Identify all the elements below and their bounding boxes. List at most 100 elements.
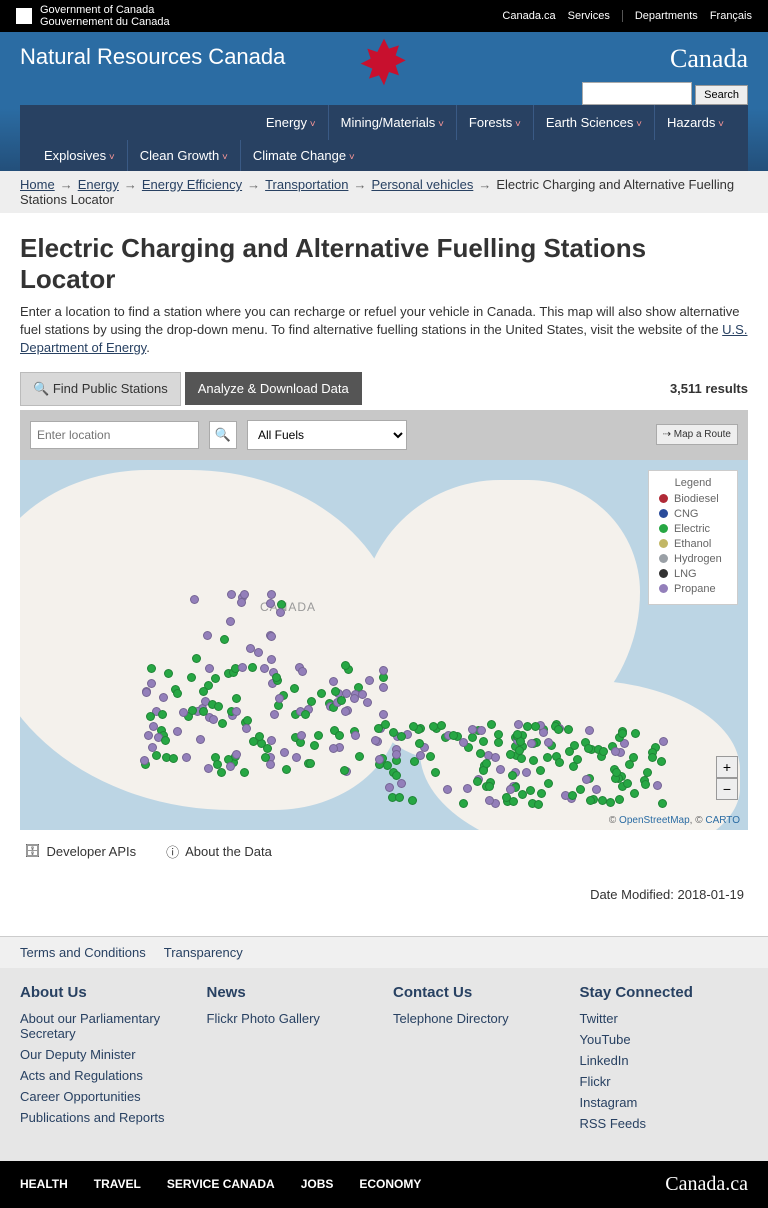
location-input[interactable] xyxy=(30,421,199,449)
station-marker[interactable] xyxy=(585,726,594,735)
station-marker[interactable] xyxy=(592,785,601,794)
link-departments[interactable]: Departments xyxy=(622,10,698,22)
station-marker[interactable] xyxy=(537,789,546,798)
global-footer-link[interactable]: HEALTH xyxy=(20,1177,68,1191)
site-search-input[interactable] xyxy=(582,82,692,105)
fuel-type-select[interactable]: All Fuels xyxy=(247,420,407,450)
station-marker[interactable] xyxy=(389,728,398,737)
nav-climate-change[interactable]: Climate Change xyxy=(241,140,367,171)
tab-analyze-download[interactable]: Analyze & Download Data xyxy=(185,372,362,405)
station-marker[interactable] xyxy=(297,731,306,740)
station-marker[interactable] xyxy=(534,800,543,809)
breadcrumb-link[interactable]: Transportation xyxy=(265,177,348,192)
footer-link[interactable]: Career Opportunities xyxy=(20,1089,141,1104)
tab-find-stations[interactable]: 🔍 Find Public Stations xyxy=(20,372,181,406)
link-services[interactable]: Services xyxy=(568,10,610,22)
station-marker[interactable] xyxy=(582,775,591,784)
breadcrumb-link[interactable]: Personal vehicles xyxy=(371,177,473,192)
station-marker[interactable] xyxy=(173,689,182,698)
zoom-out-button[interactable]: − xyxy=(716,778,738,800)
developer-apis-link[interactable]: 🗄 Developer APIs xyxy=(24,842,136,861)
breadcrumb-link[interactable]: Energy Efficiency xyxy=(142,177,242,192)
station-marker[interactable] xyxy=(531,722,540,731)
station-marker[interactable] xyxy=(569,762,578,771)
station-marker[interactable] xyxy=(554,725,563,734)
footer-link[interactable]: Publications and Reports xyxy=(20,1110,165,1125)
station-marker[interactable] xyxy=(506,750,515,759)
station-marker[interactable] xyxy=(232,707,241,716)
station-marker[interactable] xyxy=(555,758,564,767)
station-marker[interactable] xyxy=(209,715,218,724)
station-marker[interactable] xyxy=(298,667,307,676)
station-marker[interactable] xyxy=(340,766,349,775)
map-route-button[interactable]: ⇢ Map a Route xyxy=(656,424,738,445)
station-marker[interactable] xyxy=(485,796,494,805)
station-marker[interactable] xyxy=(282,765,291,774)
station-marker[interactable] xyxy=(276,608,285,617)
station-marker[interactable] xyxy=(631,729,640,738)
station-marker[interactable] xyxy=(630,789,639,798)
station-marker[interactable] xyxy=(190,595,199,604)
footer-link[interactable]: Our Deputy Minister xyxy=(20,1047,136,1062)
station-marker[interactable] xyxy=(657,757,666,766)
station-marker[interactable] xyxy=(161,736,170,745)
nav-clean-growth[interactable]: Clean Growth xyxy=(128,140,241,171)
station-marker[interactable] xyxy=(584,744,593,753)
station-marker[interactable] xyxy=(192,654,201,663)
station-marker[interactable] xyxy=(491,753,500,762)
nav-hazards[interactable]: Hazards xyxy=(655,105,736,140)
station-marker[interactable] xyxy=(515,746,524,755)
station-marker[interactable] xyxy=(496,765,505,774)
station-marker[interactable] xyxy=(648,753,657,762)
station-marker[interactable] xyxy=(514,720,523,729)
station-marker[interactable] xyxy=(586,796,595,805)
station-marker[interactable] xyxy=(272,673,281,682)
station-marker[interactable] xyxy=(240,590,249,599)
station-marker[interactable] xyxy=(341,707,350,716)
station-marker[interactable] xyxy=(468,725,477,734)
station-marker[interactable] xyxy=(429,722,438,731)
station-marker[interactable] xyxy=(506,785,515,794)
footer-link[interactable]: Acts and Regulations xyxy=(20,1068,143,1083)
station-marker[interactable] xyxy=(213,760,222,769)
station-marker[interactable] xyxy=(242,724,251,733)
site-search-button[interactable]: Search xyxy=(695,85,748,105)
nav-energy[interactable]: Energy xyxy=(254,105,329,140)
global-footer-link[interactable]: ECONOMY xyxy=(359,1177,421,1191)
station-marker[interactable] xyxy=(317,689,326,698)
station-marker[interactable] xyxy=(658,799,667,808)
station-marker[interactable] xyxy=(437,721,446,730)
station-marker[interactable] xyxy=(392,750,401,759)
station-marker[interactable] xyxy=(379,683,388,692)
station-marker[interactable] xyxy=(267,590,276,599)
station-marker[interactable] xyxy=(169,754,178,763)
station-marker[interactable] xyxy=(395,793,404,802)
station-marker[interactable] xyxy=(641,780,650,789)
station-marker[interactable] xyxy=(513,730,522,739)
station-marker[interactable] xyxy=(629,753,638,762)
station-marker[interactable] xyxy=(301,710,310,719)
station-marker[interactable] xyxy=(182,753,191,762)
station-marker[interactable] xyxy=(576,785,585,794)
global-footer-link[interactable]: SERVICE CANADA xyxy=(167,1177,275,1191)
station-marker[interactable] xyxy=(383,761,392,770)
zoom-in-button[interactable]: + xyxy=(716,756,738,778)
terms-link[interactable]: Terms and Conditions xyxy=(20,945,146,960)
footer-link[interactable]: RSS Feeds xyxy=(580,1116,646,1131)
station-marker[interactable] xyxy=(618,729,627,738)
global-footer-link[interactable]: JOBS xyxy=(301,1177,334,1191)
station-marker[interactable] xyxy=(226,617,235,626)
station-marker[interactable] xyxy=(371,736,380,745)
station-marker[interactable] xyxy=(536,766,545,775)
station-marker[interactable] xyxy=(237,598,246,607)
carto-link[interactable]: CARTO xyxy=(705,815,740,826)
about-data-link[interactable]: ⓘ About the Data xyxy=(166,842,272,861)
map-canvas[interactable]: CANADA Legend BiodieselCNGElectricEthano… xyxy=(20,460,748,830)
station-marker[interactable] xyxy=(147,679,156,688)
station-marker[interactable] xyxy=(149,722,158,731)
link-francais[interactable]: Français xyxy=(710,10,752,22)
station-marker[interactable] xyxy=(351,731,360,740)
footer-link[interactable]: LinkedIn xyxy=(580,1053,629,1068)
breadcrumb-link[interactable]: Energy xyxy=(78,177,119,192)
station-marker[interactable] xyxy=(142,688,151,697)
